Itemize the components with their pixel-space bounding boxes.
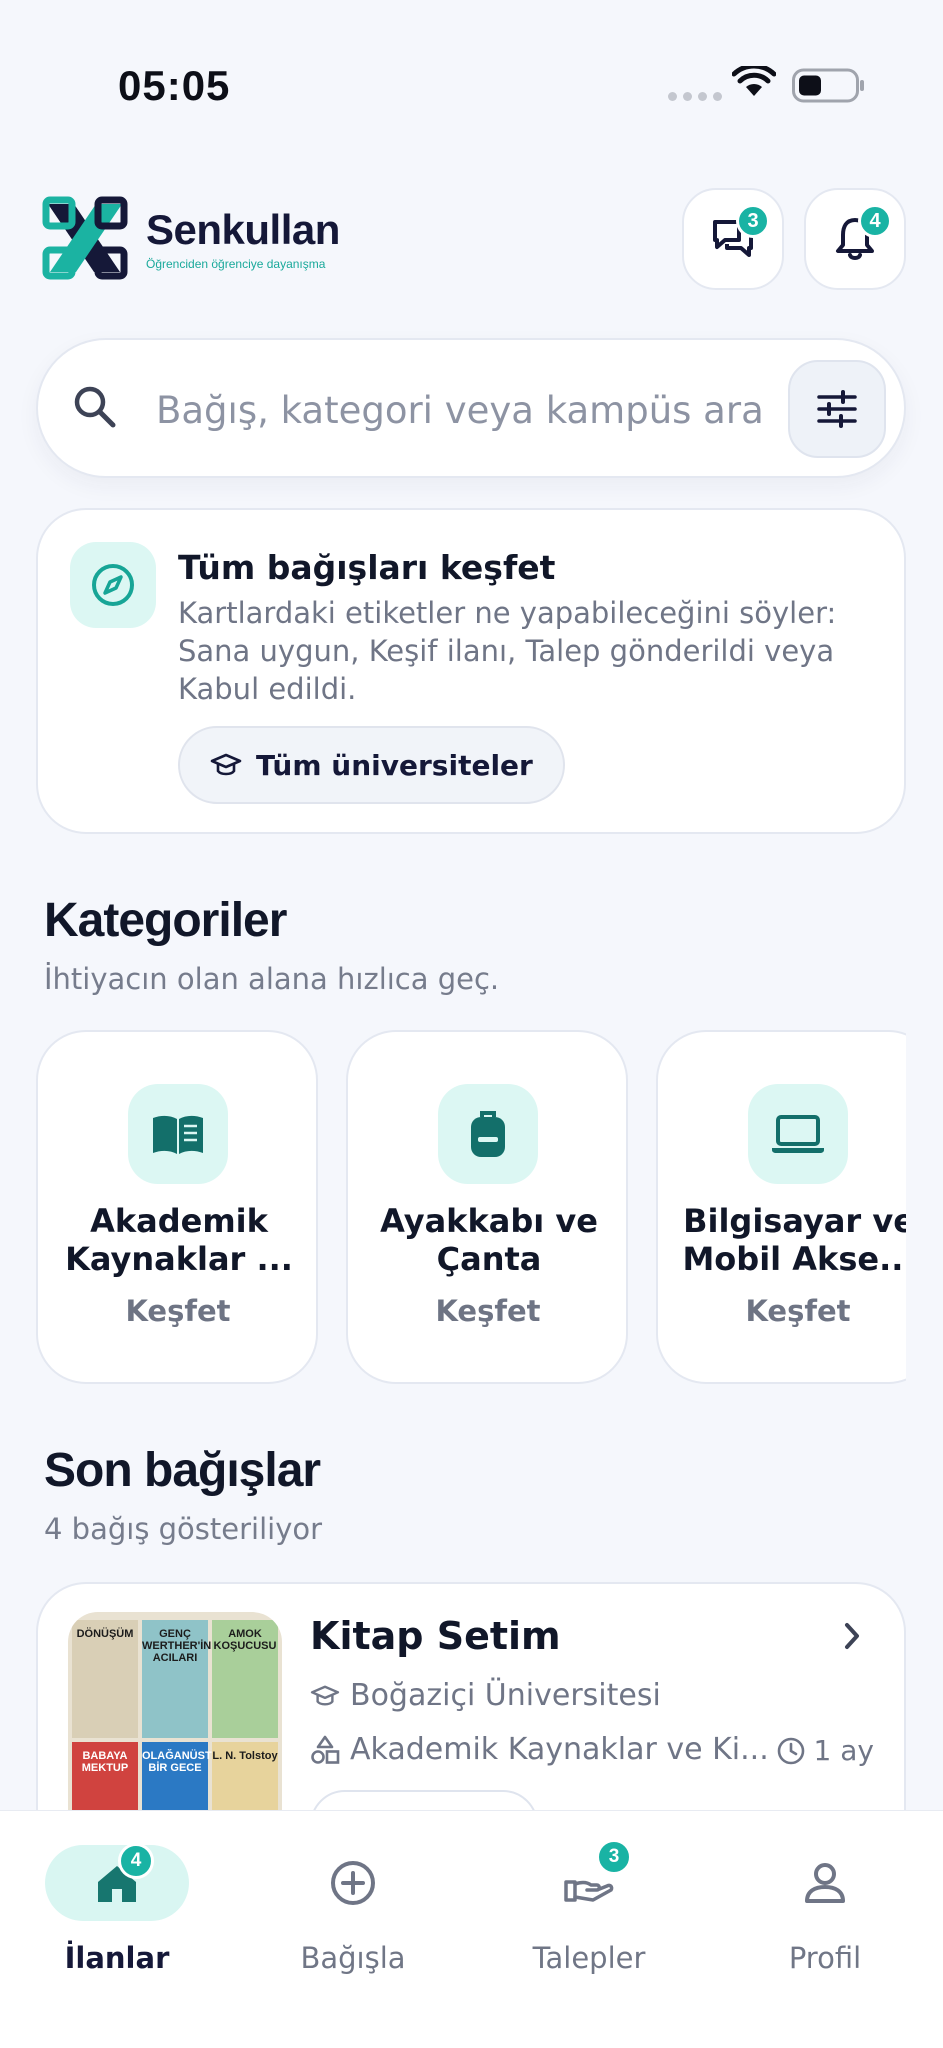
book-icon (153, 1115, 203, 1154)
chevron-right-icon[interactable] (842, 1620, 862, 1652)
recent-donations-subtitle: 4 bağış gösteriliyor (44, 1512, 323, 1546)
brand-name: Senkullan (146, 205, 340, 253)
tab-label: İlanlar (64, 1941, 170, 1975)
book-cover: DÖNÜŞÜM (72, 1620, 138, 1738)
compass-icon (92, 564, 134, 606)
status-time: 05:05 (118, 62, 231, 109)
category-explore-link[interactable]: Keşfet (38, 1294, 318, 1328)
tab-label: Bağışla (300, 1941, 406, 1975)
logo-mark-icon (42, 196, 128, 280)
category-card-shoes-bags[interactable]: Ayakkabı ve Çanta Keşfet (346, 1030, 628, 1384)
book-cover: AMOK KOŞUCUSU (212, 1620, 278, 1738)
donation-category-row: Akademik Kaynaklar ve Ki... (310, 1732, 769, 1767)
categories-subtitle: İhtiyacın olan alana hızlıca geç. (44, 962, 500, 996)
filter-button[interactable] (788, 360, 886, 458)
recent-donations-title: Son bağışlar (44, 1444, 321, 1497)
explore-title: Tüm bağışları keşfet (178, 548, 556, 587)
book-cover: GENÇ WERTHER'İN ACILARI (142, 1620, 211, 1738)
category-icon-tile (438, 1084, 538, 1184)
tab-icon-container (517, 1845, 661, 1921)
cellular-signal-icon (668, 92, 722, 101)
wifi-icon (732, 66, 776, 96)
category-explore-link[interactable]: Keşfet (658, 1294, 906, 1328)
categories-carousel[interactable]: Akademik Kaynaklar ... Keşfet Ayakkabı v… (36, 1030, 906, 1386)
university-chip-label: Tüm üniversiteler (256, 748, 533, 782)
graduation-cap-icon (310, 1685, 340, 1706)
notifications-badge: 4 (858, 204, 892, 238)
plus-circle-icon (331, 1861, 375, 1905)
tab-icon-container (753, 1845, 897, 1921)
category-name: Akademik Kaynaklar ... (65, 1202, 293, 1278)
donation-title: Kitap Setim (310, 1614, 561, 1658)
tab-profile[interactable]: Profil (730, 1833, 920, 1983)
app-logo[interactable]: Senkullan Öğrenciden öğrenciye dayanışma (40, 194, 340, 282)
status-bar: 05:05 (0, 0, 943, 150)
category-card-computer-mobile[interactable]: Bilgisayar ve Mobil Akse... Keşfet (656, 1030, 906, 1384)
tab-label: Profil (788, 1941, 862, 1975)
explore-description: Kartlardaki etiketler ne yapabileceğini … (178, 596, 837, 706)
battery-icon (792, 68, 864, 103)
user-icon (805, 1863, 845, 1903)
category-name: Ayakkabı ve Çanta (380, 1202, 598, 1278)
donation-university-row: Boğaziçi Üniversitesi (310, 1678, 661, 1713)
bottom-tab-bar: 4 İlanlar Bağışla 3 Talepler Profil (0, 1810, 943, 2048)
tab-icon-container (45, 1845, 189, 1921)
categories-title: Kategoriler (44, 894, 287, 947)
sliders-icon (817, 390, 857, 428)
graduation-cap-icon (210, 753, 242, 776)
messages-button[interactable]: 3 (682, 188, 784, 290)
category-icon-tile (748, 1084, 848, 1184)
app-header: Senkullan Öğrenciden öğrenciye dayanışma… (40, 188, 908, 292)
category-icon-tile (128, 1084, 228, 1184)
notifications-button[interactable]: 4 (804, 188, 906, 290)
clock-icon (777, 1737, 804, 1764)
compass-tile (70, 542, 156, 628)
tab-requests[interactable]: 3 Talepler (494, 1833, 684, 1983)
donation-time: 1 ay (813, 1734, 874, 1767)
tab-donate[interactable]: Bağışla (258, 1833, 448, 1983)
tab-listings[interactable]: 4 İlanlar (22, 1833, 212, 1983)
tab-icon-container (281, 1845, 425, 1921)
backpack-icon (471, 1111, 505, 1157)
shapes-icon (311, 1735, 340, 1764)
tab-label: Talepler (532, 1941, 646, 1975)
category-card-academic[interactable]: Akademik Kaynaklar ... Keşfet (36, 1030, 318, 1384)
university-filter-chip[interactable]: Tüm üniversiteler (178, 726, 565, 804)
listings-badge: 4 (118, 1843, 154, 1879)
brand-tagline: Öğrenciden öğrenciye dayanışma (146, 256, 326, 271)
category-explore-link[interactable]: Keşfet (348, 1294, 628, 1328)
requests-badge: 3 (596, 1839, 632, 1875)
category-name: Bilgisayar ve Mobil Akse... (682, 1202, 906, 1278)
explore-card: Tüm bağışları keşfet Kartlardaki etiketl… (36, 508, 906, 834)
laptop-icon (772, 1115, 824, 1153)
donation-time-row: 1 ay (776, 1734, 874, 1767)
donation-category: Akademik Kaynaklar ve Ki... (350, 1732, 769, 1767)
messages-badge: 3 (736, 204, 770, 238)
donation-university: Boğaziçi Üniversitesi (350, 1678, 661, 1713)
search-bar (36, 338, 906, 478)
search-icon (74, 386, 116, 428)
search-input[interactable] (156, 376, 806, 444)
